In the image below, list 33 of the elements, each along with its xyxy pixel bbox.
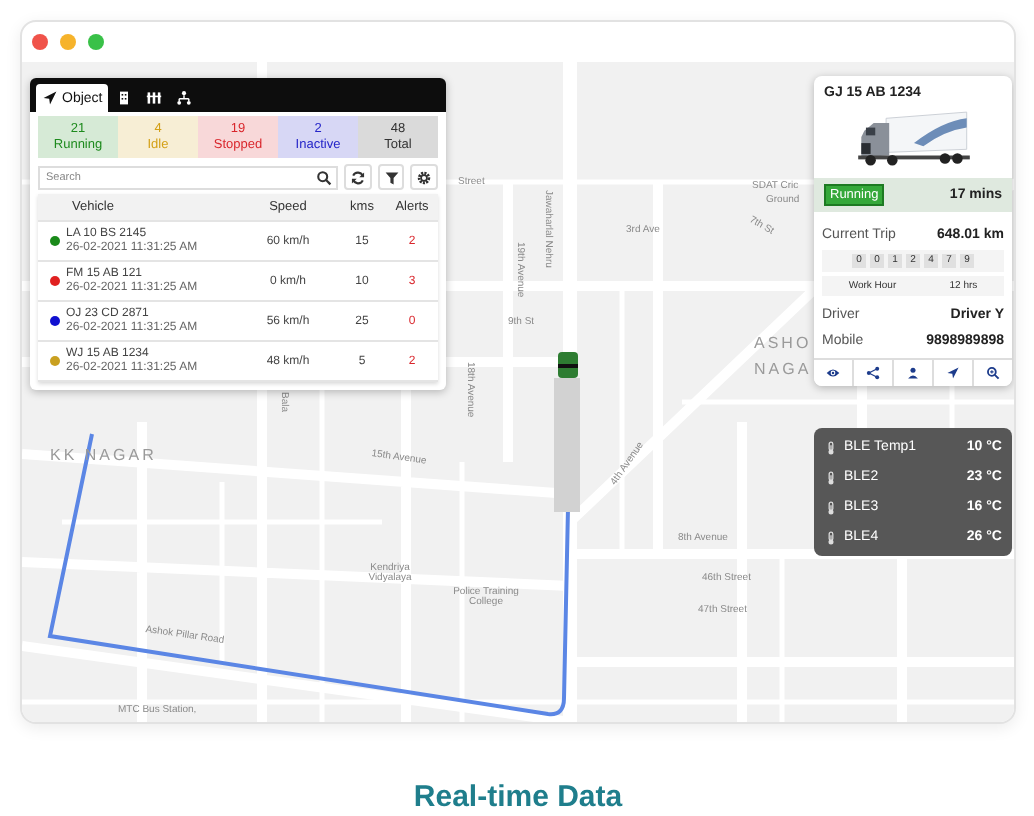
navigate-icon	[946, 366, 960, 380]
eye-button[interactable]	[814, 360, 854, 386]
person-button[interactable]	[894, 360, 934, 386]
person-icon	[906, 366, 920, 380]
filter-button[interactable]	[377, 164, 405, 190]
settings-button[interactable]	[410, 164, 439, 190]
trail-bar	[554, 378, 580, 512]
truck-marker-icon	[558, 352, 578, 378]
filter-icon	[383, 169, 399, 185]
bars-icon	[146, 90, 163, 106]
caption: Real-time Data	[411, 780, 625, 814]
navigate-icon	[42, 90, 58, 106]
thermometer-icon	[824, 529, 838, 545]
search-icon	[316, 169, 332, 185]
share-icon	[866, 366, 880, 380]
zoom-button[interactable]	[974, 360, 1012, 386]
eye-icon	[826, 366, 840, 380]
refresh-button[interactable]	[344, 164, 372, 190]
close-dot[interactable]	[32, 34, 48, 50]
minimize-dot[interactable]	[60, 34, 76, 50]
navigate-button[interactable]	[934, 360, 974, 386]
share-button[interactable]	[854, 360, 894, 386]
map-label: ASHO	[754, 336, 812, 352]
thermometer-icon	[824, 469, 838, 485]
refresh-icon	[349, 169, 366, 185]
thermometer-icon	[824, 439, 838, 455]
thermometer-icon	[824, 499, 838, 515]
map-label: NAGA	[754, 362, 812, 378]
zoom-icon	[986, 366, 1000, 380]
settings-icon	[416, 169, 433, 185]
maximize-dot[interactable]	[88, 34, 104, 50]
hierarchy-icon	[176, 90, 193, 106]
building-icon	[116, 90, 133, 106]
